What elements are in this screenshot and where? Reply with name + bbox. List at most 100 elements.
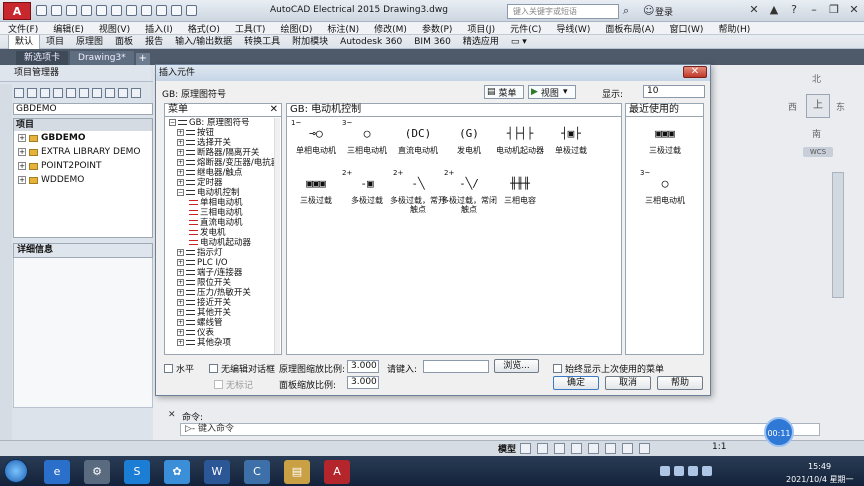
schematic-scale-input[interactable]: 3.000 (347, 360, 379, 373)
menu-view[interactable]: 视图(V) (99, 22, 130, 35)
expand-icon[interactable]: + (177, 129, 184, 136)
viewcube[interactable]: 上 (806, 94, 830, 118)
expand-icon[interactable]: + (18, 148, 26, 156)
help-button[interactable]: 帮助 (657, 376, 703, 390)
ribbon-tab-schematic[interactable]: 原理图 (70, 35, 109, 49)
tree-node[interactable]: + 接近开关 (167, 298, 277, 308)
expand-icon[interactable]: + (18, 176, 26, 184)
grid-icon[interactable] (520, 443, 531, 454)
annotation-scale[interactable]: 1:1 (712, 442, 726, 452)
close-icon[interactable]: ✕ (844, 1, 864, 19)
ie-icon[interactable]: e (44, 460, 70, 484)
lineweight-icon[interactable] (622, 443, 633, 454)
symbol-item[interactable]: ▣▣▣ 三极过载 (636, 122, 694, 155)
tree-node[interactable]: − GB: 原理图符号 (167, 118, 277, 128)
expand-icon[interactable]: + (177, 179, 184, 186)
no-tag-checkbox[interactable]: 无标记 (214, 378, 253, 391)
ribbon-tab-project[interactable]: 项目 (40, 35, 70, 49)
symbol-item[interactable]: 2+ -╲ 多极过载，常开触点 (389, 169, 447, 214)
wcs-menu[interactable]: WCS (803, 147, 833, 157)
checkbox-box[interactable] (214, 380, 223, 389)
tree-node[interactable]: + 继电器/触点 (167, 168, 277, 178)
symbol-item[interactable]: 2+ -╲/多极过载，常闭触点 (440, 169, 498, 214)
save-as-icon[interactable] (81, 5, 92, 16)
symbol-item[interactable]: 3~ ◯ 三相电动机 (338, 119, 396, 155)
project-node[interactable]: + WDDEMO (14, 173, 152, 187)
tree-node[interactable]: 电动机起动器 (167, 238, 277, 248)
close-icon[interactable]: ✕ (270, 104, 278, 115)
menu-edit[interactable]: 编辑(E) (53, 22, 84, 35)
viewcube-north[interactable]: 北 (812, 72, 821, 85)
ribbon-tab-reports[interactable]: 报告 (139, 35, 169, 49)
symbol-item[interactable]: ▣▣▣ 三极过载 (287, 172, 345, 205)
tree-node[interactable]: + 螺线管 (167, 318, 277, 328)
expand-icon[interactable]: + (177, 319, 184, 326)
checkbox-box[interactable] (553, 364, 562, 373)
clock-time[interactable]: 15:49 (808, 462, 831, 471)
start-button[interactable] (4, 459, 28, 483)
autodesk-a360-icon[interactable]: ▲ (764, 1, 784, 19)
tree-node[interactable]: + 断路器/隔离开关 (167, 148, 277, 158)
tree-node[interactable]: + 指示灯 (167, 248, 277, 258)
project-properties-icon[interactable] (66, 88, 76, 98)
clock-date[interactable]: 2021/10/4 星期一 (786, 474, 854, 485)
search-input[interactable]: 键入关键字或短语 (507, 4, 619, 19)
new-icon[interactable] (36, 5, 47, 16)
pinwheel-icon[interactable]: ✿ (164, 460, 190, 484)
menu-wire[interactable]: 导线(W) (556, 22, 590, 35)
ribbon-tab-addins[interactable]: 附加模块 (286, 35, 334, 49)
expand-icon[interactable]: + (177, 329, 184, 336)
project-node[interactable]: + GBDEMO (14, 131, 152, 145)
search-icon[interactable]: ⌕ (623, 4, 629, 18)
display-count-input[interactable]: 10 (643, 85, 705, 98)
cancel-button[interactable]: 取消 (605, 376, 651, 390)
expand-icon[interactable]: + (177, 309, 184, 316)
active-project-select[interactable]: GBDEMO (13, 103, 153, 115)
tree-node[interactable]: + 仪表 (167, 328, 277, 338)
save-icon[interactable] (66, 5, 77, 16)
tree-node[interactable]: + 选择开关 (167, 138, 277, 148)
autocad-icon[interactable]: A (324, 460, 350, 484)
symbol-item[interactable]: 1~ ⊸◯ 单相电动机 (287, 119, 345, 155)
tree-node[interactable]: + PLC I/O (167, 258, 277, 268)
cfiles-icon[interactable]: C (244, 460, 270, 484)
command-input[interactable]: ▷- 键入命令 (180, 423, 820, 436)
tree-node[interactable]: + 按钮 (167, 128, 277, 138)
tree-node[interactable]: + 其他开关 (167, 308, 277, 318)
symbol-item[interactable]: ╫╫╫ 三相电容 (491, 172, 549, 205)
new-drawing-icon[interactable] (40, 88, 50, 98)
tree-node[interactable]: + 其他杂项 (167, 338, 277, 348)
ribbon-tab-panel[interactable]: 面板 (109, 35, 139, 49)
project-task-icon[interactable] (79, 88, 89, 98)
menu-help[interactable]: 帮助(H) (718, 22, 750, 35)
tree-node[interactable]: 单相电动机 (167, 198, 277, 208)
ribbon-tab-bim360[interactable]: BIM 360 (408, 35, 457, 49)
tree-node[interactable]: 直流电动机 (167, 218, 277, 228)
ribbon-toggle-icon[interactable]: ▭ ▾ (505, 35, 533, 49)
ribbon-tab-home[interactable]: 默认 (8, 34, 41, 49)
tree-node[interactable]: + 熔断器/变压器/电抗器 (167, 158, 277, 168)
symbol-item[interactable]: (G) 发电机 (440, 122, 498, 155)
checkbox-box[interactable] (164, 364, 173, 373)
login-link[interactable]: 登录 (655, 5, 673, 18)
symbol-item[interactable]: (DC) 直流电动机 (389, 122, 447, 155)
symbol-item[interactable]: 3~ ◯ 三相电动机 (636, 169, 694, 205)
viewcube-south[interactable]: 南 (812, 127, 821, 140)
expand-icon[interactable]: + (177, 339, 184, 346)
ribbon-tab-a360[interactable]: Autodesk 360 (334, 35, 408, 49)
doc-tab-new[interactable]: 新选项卡 (16, 51, 69, 65)
menu-format[interactable]: 格式(O) (188, 22, 220, 35)
plot-icon[interactable] (92, 88, 102, 98)
project-node[interactable]: + POINT2POINT (14, 159, 152, 173)
ribbon-tab-featured-apps[interactable]: 精选应用 (457, 35, 505, 49)
expand-icon[interactable]: + (177, 159, 184, 166)
doc-tab-drawing3[interactable]: Drawing3* (70, 51, 134, 65)
ribbon-tab-conversion[interactable]: 转换工具 (238, 35, 286, 49)
menu-button[interactable]: ▤ 菜单 (484, 85, 524, 99)
annotation-icon[interactable] (639, 443, 650, 454)
tree-node[interactable]: − 电动机控制 (167, 188, 277, 198)
menu-file[interactable]: 文件(F) (8, 22, 38, 35)
expand-icon[interactable]: + (18, 134, 26, 142)
open-icon[interactable] (51, 5, 62, 16)
always-show-last-menu-checkbox[interactable]: 始终显示上次使用的菜单 (553, 362, 664, 375)
